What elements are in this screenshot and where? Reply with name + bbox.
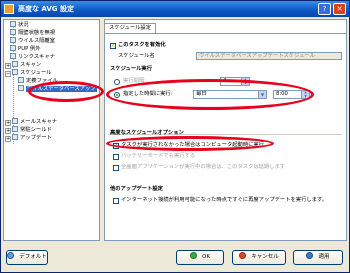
tree-item-ignore-faulty[interactable]: 隔壁状態を無視 — [10, 29, 55, 37]
schedule-name-label: スケジュール名 — [118, 53, 155, 59]
tab-divider — [104, 33, 347, 34]
cancel-icon — [239, 252, 247, 259]
close-button[interactable]: ✕ — [333, 3, 346, 15]
annotation-ellipse-tree — [28, 81, 104, 102]
tree-item-vault[interactable]: ウイルス隔離室 — [10, 37, 55, 45]
help-button[interactable]: ? — [318, 3, 331, 15]
page-icon — [10, 29, 16, 35]
page-icon — [18, 85, 24, 91]
tree-item-update[interactable]: + アップデート — [5, 134, 52, 142]
apply-button[interactable]: 適用 — [293, 250, 343, 265]
expand-plus-icon[interactable]: + — [5, 136, 11, 142]
page-icon — [10, 53, 16, 59]
folder-icon — [12, 69, 18, 75]
other-update-heading: 他のアップデート設定 — [110, 186, 163, 192]
mail-icon — [12, 118, 18, 124]
folder-icon — [12, 61, 18, 67]
window-title: 高度な AVG 設定 — [18, 5, 74, 13]
default-icon — [7, 252, 15, 259]
cancel-button[interactable]: キャンセル — [232, 250, 286, 265]
page-icon — [10, 45, 16, 51]
page-icon — [10, 21, 16, 27]
run-interval-radio[interactable] — [114, 79, 120, 85]
apply-icon — [306, 252, 314, 259]
ok-button[interactable]: OK — [176, 250, 224, 265]
tree-item-scans[interactable]: + スキャン — [5, 61, 41, 69]
settings-tree: 状況 隔壁状態を無視 ウイルス隔離室 PUP 例外 リンクスキャナ + スキャン … — [3, 19, 100, 241]
tab-schedule-settings[interactable]: スケジュール設定 — [104, 23, 157, 33]
title-bar: 高度な AVG 設定 ? ✕ — [1, 1, 349, 17]
tree-item-status[interactable]: 状況 — [10, 21, 29, 29]
tree-item-pup-exceptions[interactable]: PUP 例外 — [10, 45, 41, 53]
schedule-run-heading: スケジュール実行 — [110, 66, 153, 72]
enable-task-label: このタスクを有効化 — [118, 42, 166, 48]
page-icon — [18, 77, 24, 83]
fullscreen-postpone-checkbox[interactable] — [113, 165, 119, 171]
shield-icon — [12, 126, 18, 132]
tree-item-schedules[interactable]: − スケジュール — [5, 69, 51, 77]
tree-item-resident-shield[interactable]: + 常駐シールド — [5, 126, 52, 134]
app-icon — [4, 4, 14, 14]
page-icon — [10, 37, 16, 43]
update-icon — [12, 134, 18, 140]
schedule-name-field[interactable]: ウイルスデータベースアップデートスケジュール — [196, 52, 342, 60]
fullscreen-postpone-label: 全画面アプリケーションが実行中の場合は、このタスクは延期します — [121, 164, 286, 170]
enable-task-checkbox[interactable]: ✓ — [110, 43, 116, 49]
battery-mode-checkbox[interactable] — [113, 154, 119, 160]
ok-icon — [190, 252, 198, 259]
tree-item-email-scanner[interactable]: + メールスキャナ — [5, 118, 57, 126]
annotation-ellipse-missed — [106, 136, 274, 151]
annotation-ellipse-time — [106, 79, 314, 110]
collapse-minus-icon[interactable]: − — [5, 71, 11, 77]
tree-item-link-scanner[interactable]: リンクスキャナ — [10, 53, 55, 61]
battery-mode-label: バッテリーモードでも実行する — [121, 153, 196, 159]
default-button[interactable]: デフォルト — [6, 250, 48, 265]
auto-update-checkbox[interactable] — [113, 198, 119, 204]
auto-update-label: インターネット接続が利用可能になった時点ですぐに再度アップデートを実行します。 — [121, 197, 328, 203]
